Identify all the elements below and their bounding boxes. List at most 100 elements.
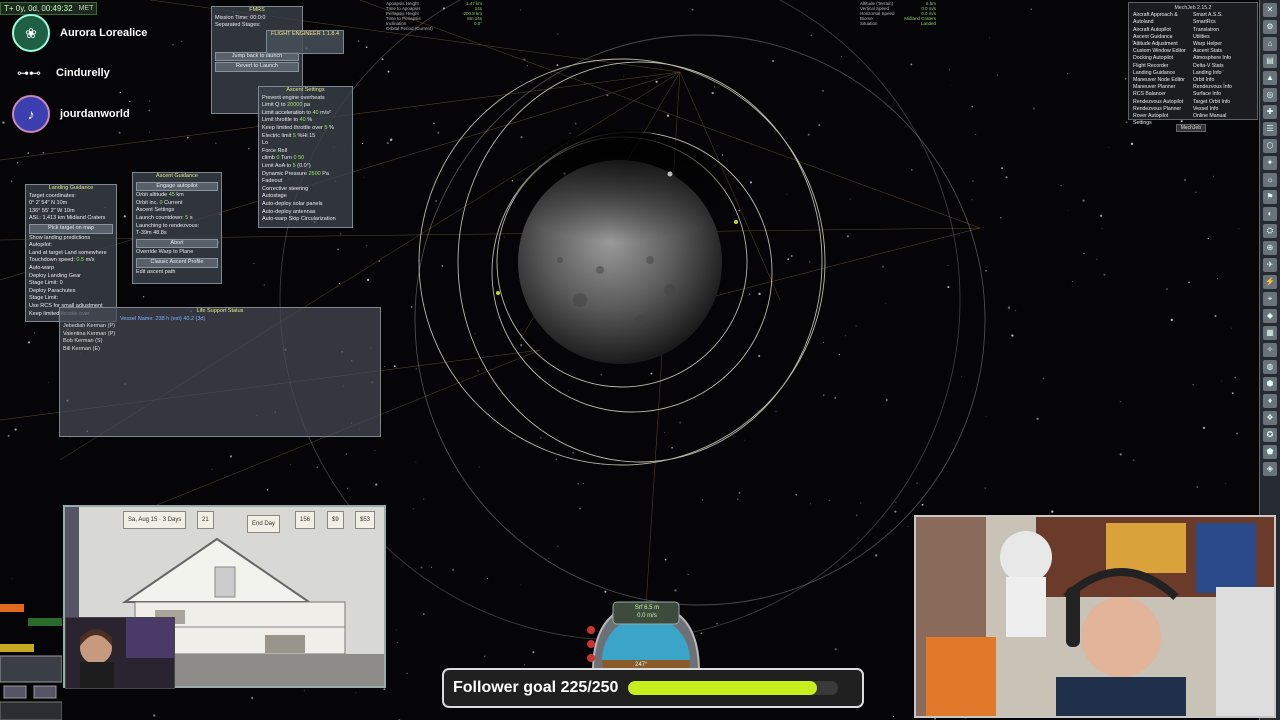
toolbar-app-icon[interactable]: ✕ [1263, 3, 1277, 17]
classic-ascent-profile-dropdown[interactable]: Classic Ascent Profile [136, 257, 218, 268]
toolbar-app-icon[interactable]: ⚡ [1263, 275, 1277, 289]
toolbar-app-icon[interactable]: ⚙ [1263, 20, 1277, 34]
mechjeb-menu-item[interactable]: Ascent Guidance [1133, 34, 1193, 41]
setting-row[interactable]: Corrective steering [259, 186, 352, 194]
mechjeb-menu-item[interactable]: Translatron [1193, 27, 1253, 34]
toolbar-app-icon[interactable]: ◆ [1263, 309, 1277, 323]
mechjeb-menu-item[interactable]: Landing Guidance [1133, 70, 1193, 77]
navball-speed-display[interactable]: Srf 6.5 m 0.0 m/s [617, 604, 677, 620]
mechjeb-menu[interactable]: MechJeb 2.15.2 Aircraft Approach & Autol… [1128, 2, 1258, 126]
toolbar-app-icon[interactable]: ◍ [1263, 360, 1277, 374]
mechjeb-menu-item[interactable]: Maneuver Node Editor [1133, 77, 1193, 84]
mechjeb-menu-item[interactable]: SmartRcs [1193, 19, 1253, 26]
ascent-settings-window[interactable]: Ascent Settings Prevent engine overheats… [258, 86, 353, 228]
mechjeb-menu-item[interactable]: RCS Balancer [1133, 91, 1193, 98]
setting-row[interactable]: Force Roll [259, 148, 352, 156]
setting-row[interactable]: Prevent engine overheats [259, 95, 352, 103]
edit-ascent-path-toggle[interactable]: Edit ascent path [133, 269, 221, 277]
ascent-guidance-window[interactable]: Ascent Guidance Engage autopilot Orbit a… [132, 172, 222, 284]
navball[interactable]: Srf 6.5 m 0.0 m/s 247° [583, 600, 710, 704]
landing-row[interactable]: Show landing predictions [26, 235, 116, 243]
toolbar-app-icon[interactable]: ▦ [1263, 326, 1277, 340]
setting-row[interactable]: Limit AoA to 5 (0.0°) [259, 163, 352, 171]
toolbar-app-icon[interactable]: ⊕ [1263, 241, 1277, 255]
mechjeb-menu-item[interactable]: Rendezvous Info [1193, 84, 1253, 91]
landing-row[interactable]: Deploy Landing Gear [26, 273, 116, 281]
toolbar-app-icon[interactable]: ✈ [1263, 258, 1277, 272]
mechjeb-menu-item[interactable]: Utilities [1193, 34, 1253, 41]
setting-row[interactable]: Dynamic Pressure 2500 Pa [259, 171, 352, 179]
landing-row[interactable]: Stage Limit: [26, 295, 116, 303]
toolbar-app-icon[interactable]: ♦ [1263, 394, 1277, 408]
override-warp-toggle[interactable]: Override Warp to Plane [133, 249, 221, 257]
ascent-settings-toggle[interactable]: Ascent Settings [133, 207, 221, 215]
toolbar-app-icon[interactable]: ✧ [1263, 343, 1277, 357]
setting-row[interactable]: Limit throttle to 40 % [259, 117, 352, 125]
vessel-marker[interactable] [667, 171, 673, 177]
toolbar-app-icon[interactable]: ⌖ [1263, 292, 1277, 306]
setting-row[interactable]: Limit acceleration to 40 m/s² [259, 110, 352, 118]
setting-row[interactable]: Auto-warp Skip Circularization [259, 216, 352, 224]
toolbar-app-icon[interactable]: ✦ [1263, 156, 1277, 170]
toolbar-app-icon[interactable]: ◎ [1263, 88, 1277, 102]
landing-guidance-window[interactable]: Landing Guidance Target coordinates: 0° … [25, 184, 117, 322]
kerbal-engineer-window[interactable]: FLIGHT ENGINEER 1.1.8.4 [266, 30, 344, 54]
revert-button[interactable]: Revert to Launch [215, 62, 299, 72]
mechjeb-menu-item[interactable]: Smart A.S.S. [1193, 12, 1253, 19]
toolbar-app-icon[interactable]: ✪ [1263, 428, 1277, 442]
orbit-inc-row[interactable]: Orbit inc. 0 Current [133, 200, 221, 208]
orbit-node[interactable] [496, 291, 500, 295]
mechjeb-tab[interactable]: MechJeb [1175, 124, 1206, 132]
toolbar-app-icon[interactable]: ✚ [1263, 105, 1277, 119]
orbit-altitude-row[interactable]: Orbit altitude 45 km [133, 192, 221, 200]
toolbar-app-icon[interactable]: ▲ [1263, 71, 1277, 85]
setting-row[interactable]: Auto-deploy antennas [259, 209, 352, 217]
landing-row[interactable]: Deploy Parachutes [26, 288, 116, 296]
engage-autopilot-button[interactable]: Engage autopilot [136, 181, 218, 192]
landing-row[interactable]: 0° 2' 54" N 10m [26, 200, 116, 208]
setting-row[interactable]: Keep limited throttle over 5 % [259, 125, 352, 133]
toolbar-app-icon[interactable]: ⌂ [1263, 37, 1277, 51]
mechjeb-menu-item[interactable]: Online Manual [1193, 113, 1253, 120]
mechjeb-menu-item[interactable]: Warp Helper [1193, 41, 1253, 48]
abort-button[interactable]: Abort [136, 238, 218, 249]
mechjeb-menu-item[interactable]: Orbit Info [1193, 77, 1253, 84]
setting-row[interactable]: Electric limit 5 %Hi 15 [259, 133, 352, 141]
toolbar-app-icon[interactable]: ☼ [1263, 173, 1277, 187]
pick-target-button[interactable]: Pick target on map [29, 223, 113, 234]
landing-row[interactable]: Auto-warp [26, 265, 116, 273]
mechjeb-menu-item[interactable]: Aircraft Approach & Autoland [1133, 12, 1193, 26]
toolbar-app-icon[interactable]: ◐ [1263, 207, 1277, 221]
mechjeb-menu-item[interactable]: Rendezvous Planner [1133, 106, 1193, 113]
setting-row[interactable]: climb 0 Turn 0 50 [259, 155, 352, 163]
landing-row[interactable]: Land at target Land somewhere [26, 250, 116, 258]
landing-row[interactable]: Stage Limit: 0 [26, 280, 116, 288]
mechjeb-menu-item[interactable]: Target Orbit Info [1193, 99, 1253, 106]
launch-countdown-row[interactable]: Launch countdown: 5 s [133, 215, 221, 223]
toolbar-app-icon[interactable]: ⬡ [1263, 139, 1277, 153]
mechjeb-menu-item[interactable]: Docking Autopilot [1133, 55, 1193, 62]
toolbar-app-icon[interactable]: ▤ [1263, 54, 1277, 68]
mechjeb-menu-item[interactable]: Rover Autopilot [1133, 113, 1193, 120]
mechjeb-menu-item[interactable]: Surface Info [1193, 91, 1253, 98]
toolbar-app-icon[interactable]: ⬢ [1263, 377, 1277, 391]
mechjeb-menu-item[interactable]: Vessel Info [1193, 106, 1253, 113]
toolbar-app-icon[interactable]: ⛭ [1263, 224, 1277, 238]
mechjeb-menu-item[interactable]: Flight Recorder [1133, 63, 1193, 70]
mechjeb-menu-item[interactable]: Ascent Stats [1193, 48, 1253, 55]
orbit-node[interactable] [734, 220, 738, 224]
mechjeb-menu-item[interactable]: Custom Window Editor [1133, 48, 1193, 55]
mechjeb-menu-item[interactable]: Atmosphere Info [1193, 55, 1253, 62]
mechjeb-menu-item[interactable]: Attitude Adjustment [1133, 41, 1193, 48]
mechjeb-menu-item[interactable]: Delta-V Stats [1193, 63, 1253, 70]
setting-row[interactable]: Auto-deploy solar panels [259, 201, 352, 209]
toolbar-app-icon[interactable]: ◈ [1263, 462, 1277, 476]
mechjeb-menu-item[interactable]: Landing Info [1193, 70, 1253, 77]
toolbar-app-icon[interactable]: ❖ [1263, 411, 1277, 425]
mechjeb-menu-item[interactable]: Rendezvous Autopilot [1133, 99, 1193, 106]
landing-row[interactable]: 136° 55' 2" W 10m [26, 208, 116, 216]
mechjeb-menu-item[interactable]: Maneuver Planner [1133, 84, 1193, 91]
setting-row[interactable]: Limit Q to 20000 pa [259, 102, 352, 110]
life-support-window[interactable]: Life Support Status Vessel Name: 238 h (… [59, 307, 381, 437]
speed-mode[interactable]: Srf 6.5 m [617, 604, 677, 612]
